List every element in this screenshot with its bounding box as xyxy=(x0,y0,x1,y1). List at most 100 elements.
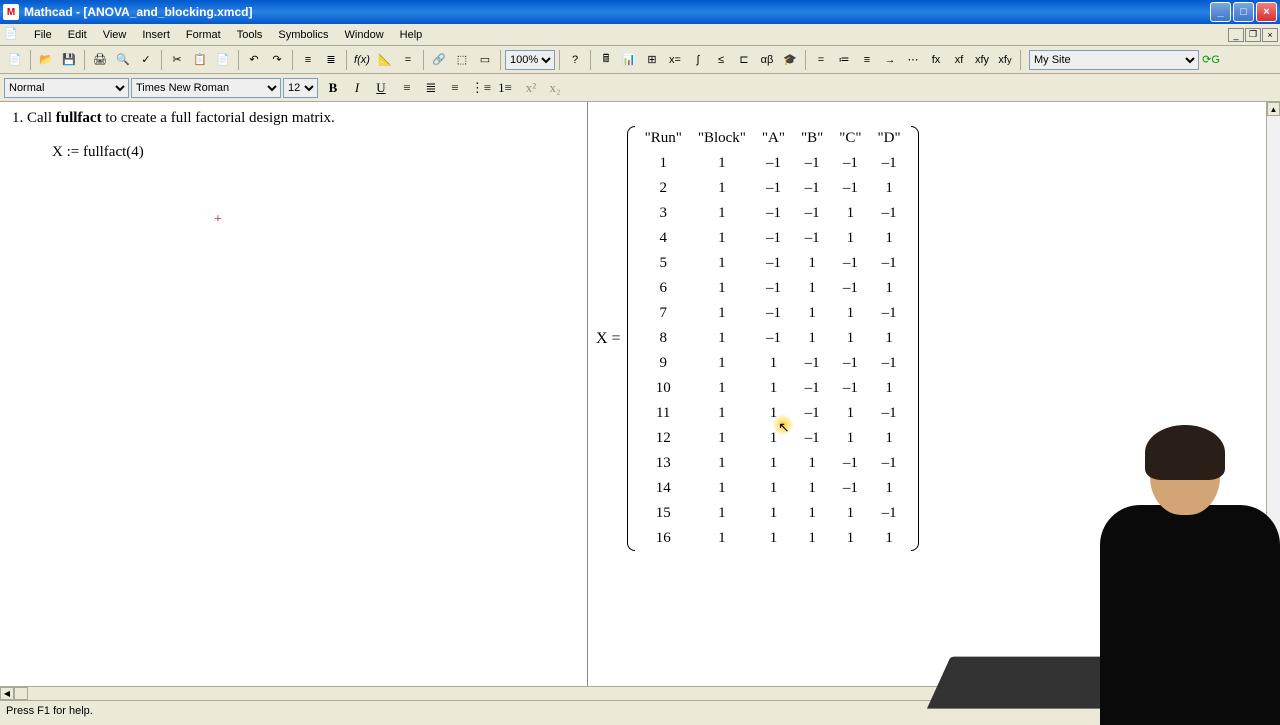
dots-icon[interactable]: ⋯ xyxy=(902,49,924,71)
calculus-toolbar-icon[interactable]: ∫ xyxy=(687,49,709,71)
mdi-minimize-button[interactable]: _ xyxy=(1228,28,1244,42)
preview-button[interactable]: 🔍 xyxy=(112,49,134,71)
scroll-up-button[interactable]: ▲ xyxy=(1267,102,1280,116)
eval-toolbar-icon[interactable]: x= xyxy=(664,49,686,71)
insert-link-button[interactable]: 🔗 xyxy=(428,49,450,71)
graph-toolbar-icon[interactable]: 📊 xyxy=(618,49,640,71)
align-left-button[interactable]: ≡ xyxy=(396,77,418,99)
matrix-cell: 1 xyxy=(831,301,869,326)
save-button[interactable]: 💾 xyxy=(58,49,80,71)
equation-definition[interactable]: X := fullfact(4) xyxy=(52,144,144,161)
menu-help[interactable]: Help xyxy=(392,27,431,43)
matrix-cell: 1 xyxy=(690,401,754,426)
number-list-button[interactable]: 1≡ xyxy=(494,77,516,99)
boolean-toolbar-icon[interactable]: ≤ xyxy=(710,49,732,71)
font-size-select[interactable]: 12 xyxy=(283,78,318,98)
matrix-cell: –1 xyxy=(793,201,831,226)
matrix-cell: –1 xyxy=(754,226,793,251)
underline-button[interactable]: U xyxy=(370,77,392,99)
matrix-label: X = xyxy=(596,330,621,348)
standard-toolbar: 📄 📂 💾 🖨 🔍 ✓ ✂ 📋 📄 ↶ ↷ ≡ ≣ f(x) 📐 = 🔗 ⬚ ▭… xyxy=(0,46,1280,74)
open-button[interactable]: 📂 xyxy=(35,49,57,71)
menu-file[interactable]: File xyxy=(26,27,60,43)
menu-format[interactable]: Format xyxy=(178,27,229,43)
superscript-button[interactable]: x² xyxy=(520,77,542,99)
matrix-cell: 1 xyxy=(870,426,909,451)
function-button[interactable]: f(x) xyxy=(351,49,373,71)
matrix-cell: 16 xyxy=(637,526,690,551)
matrix-cell: –1 xyxy=(754,326,793,351)
matrix-cell: 1 xyxy=(690,326,754,351)
matrix-cell: 13 xyxy=(637,451,690,476)
eq1-icon[interactable]: = xyxy=(810,49,832,71)
unit-button[interactable]: 📐 xyxy=(374,49,396,71)
insert-component-button[interactable]: ⬚ xyxy=(451,49,473,71)
align-center-button[interactable]: ≣ xyxy=(420,77,442,99)
eq2-icon[interactable]: ≔ xyxy=(833,49,855,71)
xfy2-icon[interactable]: xfy xyxy=(994,49,1016,71)
help-button[interactable]: ? xyxy=(564,49,586,71)
redo-button[interactable]: ↷ xyxy=(266,49,288,71)
fx-icon[interactable]: fx xyxy=(925,49,947,71)
spellcheck-button[interactable]: ✓ xyxy=(135,49,157,71)
maximize-button[interactable]: □ xyxy=(1233,2,1254,22)
arrow-icon[interactable]: → xyxy=(879,49,901,71)
zoom-select[interactable]: 100% xyxy=(505,50,555,70)
align2-button[interactable]: ≣ xyxy=(320,49,342,71)
align-button[interactable]: ≡ xyxy=(297,49,319,71)
matrix-cell: 1 xyxy=(754,451,793,476)
site-select[interactable]: My Site xyxy=(1029,50,1199,70)
menu-window[interactable]: Window xyxy=(337,27,392,43)
menu-view[interactable]: View xyxy=(95,27,135,43)
matrix-header: "B" xyxy=(793,126,831,151)
matrix-result[interactable]: X = "Run""Block""A""B""C""D"11–1–1–1–121… xyxy=(596,126,919,551)
close-button[interactable]: × xyxy=(1256,2,1277,22)
mdi-close-button[interactable]: × xyxy=(1262,28,1278,42)
menu-insert[interactable]: Insert xyxy=(134,27,178,43)
menu-tools[interactable]: Tools xyxy=(229,27,271,43)
calc-toolbar-icon[interactable]: 🖩 xyxy=(595,49,617,71)
matrix-cell: 2 xyxy=(637,176,690,201)
align-right-button[interactable]: ≡ xyxy=(444,77,466,99)
insert-region-button[interactable]: ▭ xyxy=(474,49,496,71)
undo-button[interactable]: ↶ xyxy=(243,49,265,71)
matrix-cell: –1 xyxy=(870,301,909,326)
xf-icon[interactable]: xf xyxy=(948,49,970,71)
programming-toolbar-icon[interactable]: ⊏ xyxy=(733,49,755,71)
new-button[interactable]: 📄 xyxy=(4,49,26,71)
matrix-cell: 1 xyxy=(870,276,909,301)
menu-edit[interactable]: Edit xyxy=(60,27,95,43)
matrix-cell: 1 xyxy=(870,176,909,201)
matrix-cell: –1 xyxy=(831,151,869,176)
mdi-restore-button[interactable]: ❐ xyxy=(1245,28,1261,42)
copy-button[interactable]: 📋 xyxy=(189,49,211,71)
print-button[interactable]: 🖨 xyxy=(89,49,111,71)
go-button[interactable]: ⟳G xyxy=(1200,49,1222,71)
xfy-icon[interactable]: xfy xyxy=(971,49,993,71)
scroll-left-button[interactable]: ◀ xyxy=(0,687,14,700)
cut-button[interactable]: ✂ xyxy=(166,49,188,71)
matrix-cell: –1 xyxy=(793,151,831,176)
calculate-button[interactable]: = xyxy=(397,49,419,71)
eq3-icon[interactable]: ≡ xyxy=(856,49,878,71)
matrix-cell: 1 xyxy=(870,226,909,251)
matrix-cell: 3 xyxy=(637,201,690,226)
instruction-text: 1. Call fullfact to create a full factor… xyxy=(12,110,335,127)
sheet-tab[interactable] xyxy=(14,687,28,700)
greek-toolbar-icon[interactable]: αβ xyxy=(756,49,778,71)
bold-button[interactable]: B xyxy=(322,77,344,99)
symbolic-toolbar-icon[interactable]: 🎓 xyxy=(779,49,801,71)
menu-symbolics[interactable]: Symbolics xyxy=(270,27,336,43)
font-select[interactable]: Times New Roman xyxy=(131,78,281,98)
paste-button[interactable]: 📄 xyxy=(212,49,234,71)
minimize-button[interactable]: _ xyxy=(1210,2,1231,22)
italic-button[interactable]: I xyxy=(346,77,368,99)
matrix-cell: –1 xyxy=(870,451,909,476)
subscript-button[interactable]: x₂ xyxy=(544,77,566,99)
bullet-list-button[interactable]: ⋮≡ xyxy=(470,77,492,99)
matrix-cell: 1 xyxy=(690,376,754,401)
presenter-overlay xyxy=(1050,420,1280,720)
matrix-toolbar-icon[interactable]: ⊞ xyxy=(641,49,663,71)
matrix-cell: 1 xyxy=(831,401,869,426)
style-select[interactable]: Normal xyxy=(4,78,129,98)
